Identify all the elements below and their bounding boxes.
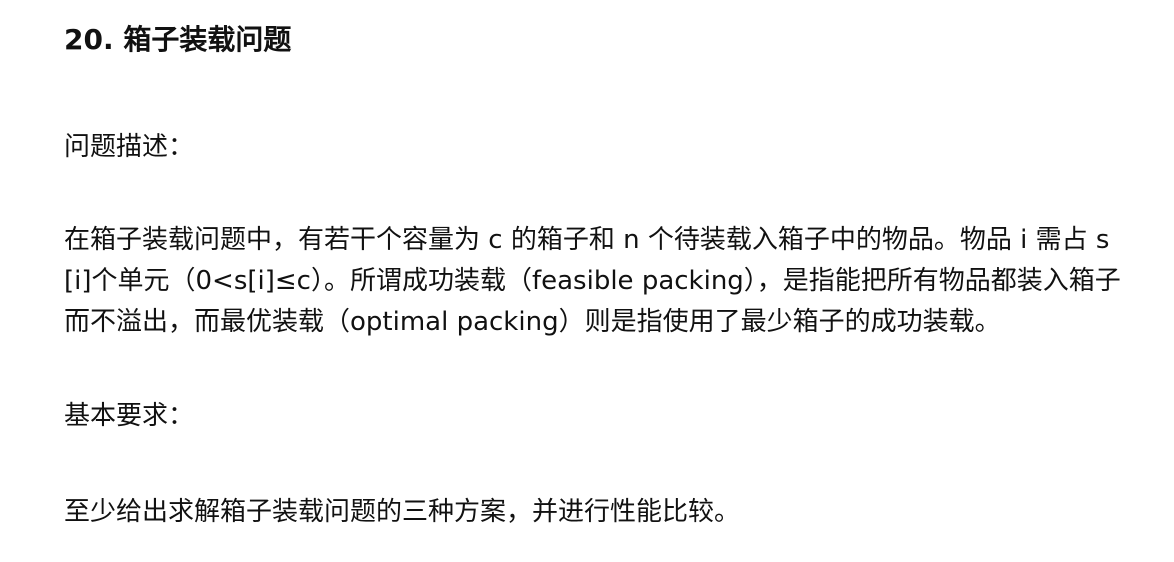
problem-text: 在箱子装载问题中，有若干个容量为 c 的箱子和 n 个待装载入箱子中的物品。物品… [64,225,1121,337]
requirements-text: 至少给出求解箱子装载问题的三种方案，并进行性能比较。 [64,497,741,527]
requirements-heading: 基本要求： [64,401,195,431]
document-body: 20. 箱子装载问题 问题描述： 在箱子装载问题中，有若干个容量为 c 的箱子和… [64,20,1144,532]
problem-heading: 问题描述： [64,132,195,162]
document-title: 20. 箱子装载问题 [64,23,292,56]
